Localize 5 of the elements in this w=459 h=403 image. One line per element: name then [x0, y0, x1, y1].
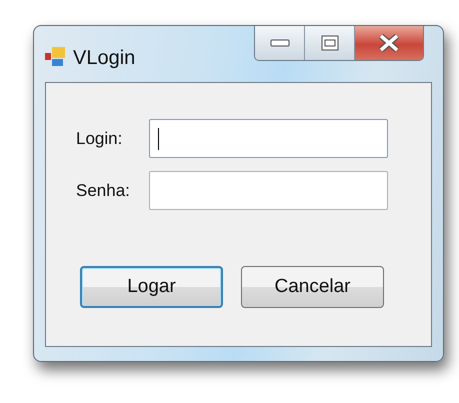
field-label: Senha:: [76, 180, 131, 202]
window-title: VLogin: [73, 46, 136, 71]
dialog-button[interactable]: Cancelar: [241, 266, 384, 308]
field-label: Login:: [76, 128, 124, 150]
dialog-button[interactable]: Logar: [80, 266, 223, 308]
